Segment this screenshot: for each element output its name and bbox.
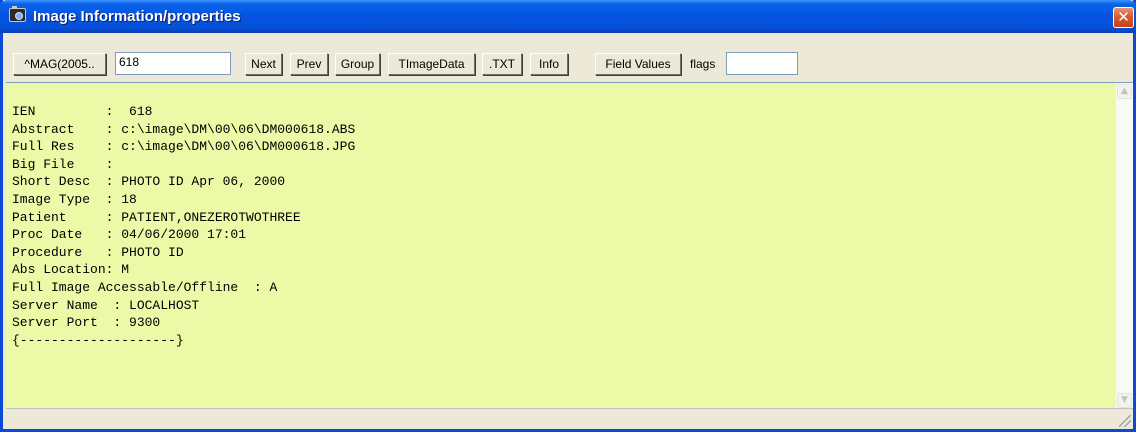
info-button[interactable]: Info [530,53,568,75]
memo-line: Full Res : c:\image\DM\00\06\DM000618.JP… [12,139,356,155]
memo-line: Server Name : LOCALHOST [12,297,200,313]
field-values-button[interactable]: Field Values [595,53,681,75]
group-button[interactable]: Group [335,53,380,75]
toolbar: ^MAG(2005.. 618 Next Prev Group TImageDa… [6,44,1133,82]
memo-line: Patient : PATIENT,ONEZEROTWOTHREE [12,209,301,225]
memo-line: Abs Location: M [12,262,130,278]
ien-input[interactable]: 618 [115,52,231,75]
camera-icon [9,6,26,22]
memo-line: Short Desc : PHOTO ID Apr 06, 2000 [12,174,286,190]
memo-line: Server Port : 9300 [12,315,161,331]
memo-line: IEN : 618 [12,104,153,119]
image-info-memo[interactable]: IEN : 618 Abstract : c:\image\DM\00\06\DM… [6,82,1133,409]
resize-grip-icon[interactable] [1119,415,1131,427]
prev-button[interactable]: Prev [290,53,328,75]
memo-line: Full Image Accessable/Offline : A [12,279,278,295]
memo-line: Image Type : 18 [12,191,137,207]
memo-line: {--------------------} [12,332,184,348]
window-title: Image Information/properties [33,8,241,25]
title-bar[interactable]: Image Information/properties ✕ [0,0,1136,33]
memo-line: Abstract : c:\image\DM\00\06\DM000618.AB… [12,121,356,137]
close-button[interactable]: ✕ [1113,7,1134,28]
vertical-scrollbar[interactable]: ▲ ▼ [1116,83,1133,409]
scroll-down-icon[interactable]: ▼ [1117,393,1132,408]
image-info-window: Image Information/properties ✕ ^MAG(2005… [0,0,1136,432]
txt-button[interactable]: .TXT [482,53,522,75]
memo-line: Proc Date : 04/06/2000 17:01 [12,227,247,243]
status-bar [6,408,1133,429]
memo-text: IEN : 618 Abstract : c:\image\DM\00\06\DM… [12,103,355,349]
timagedata-button[interactable]: TImageData [388,53,475,75]
memo-line: Big File : [12,156,114,172]
flags-label: flags [690,57,716,71]
mag-global-button[interactable]: ^MAG(2005.. [13,53,106,75]
scroll-up-icon[interactable]: ▲ [1117,84,1132,99]
memo-line: Procedure : PHOTO ID [12,244,184,260]
next-button[interactable]: Next [245,53,282,75]
flags-input[interactable] [726,52,798,75]
